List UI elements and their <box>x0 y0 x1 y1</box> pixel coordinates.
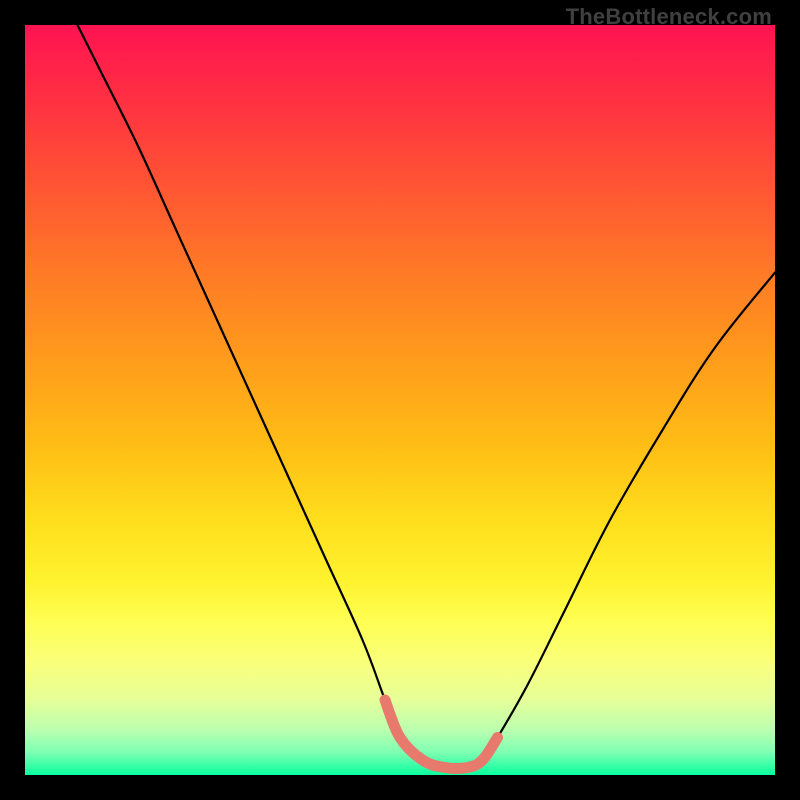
plot-area <box>25 25 775 775</box>
highlight-band <box>385 700 498 769</box>
bottleneck-curve <box>78 25 776 769</box>
chart-frame: TheBottleneck.com <box>0 0 800 800</box>
curve-layer <box>25 25 775 775</box>
